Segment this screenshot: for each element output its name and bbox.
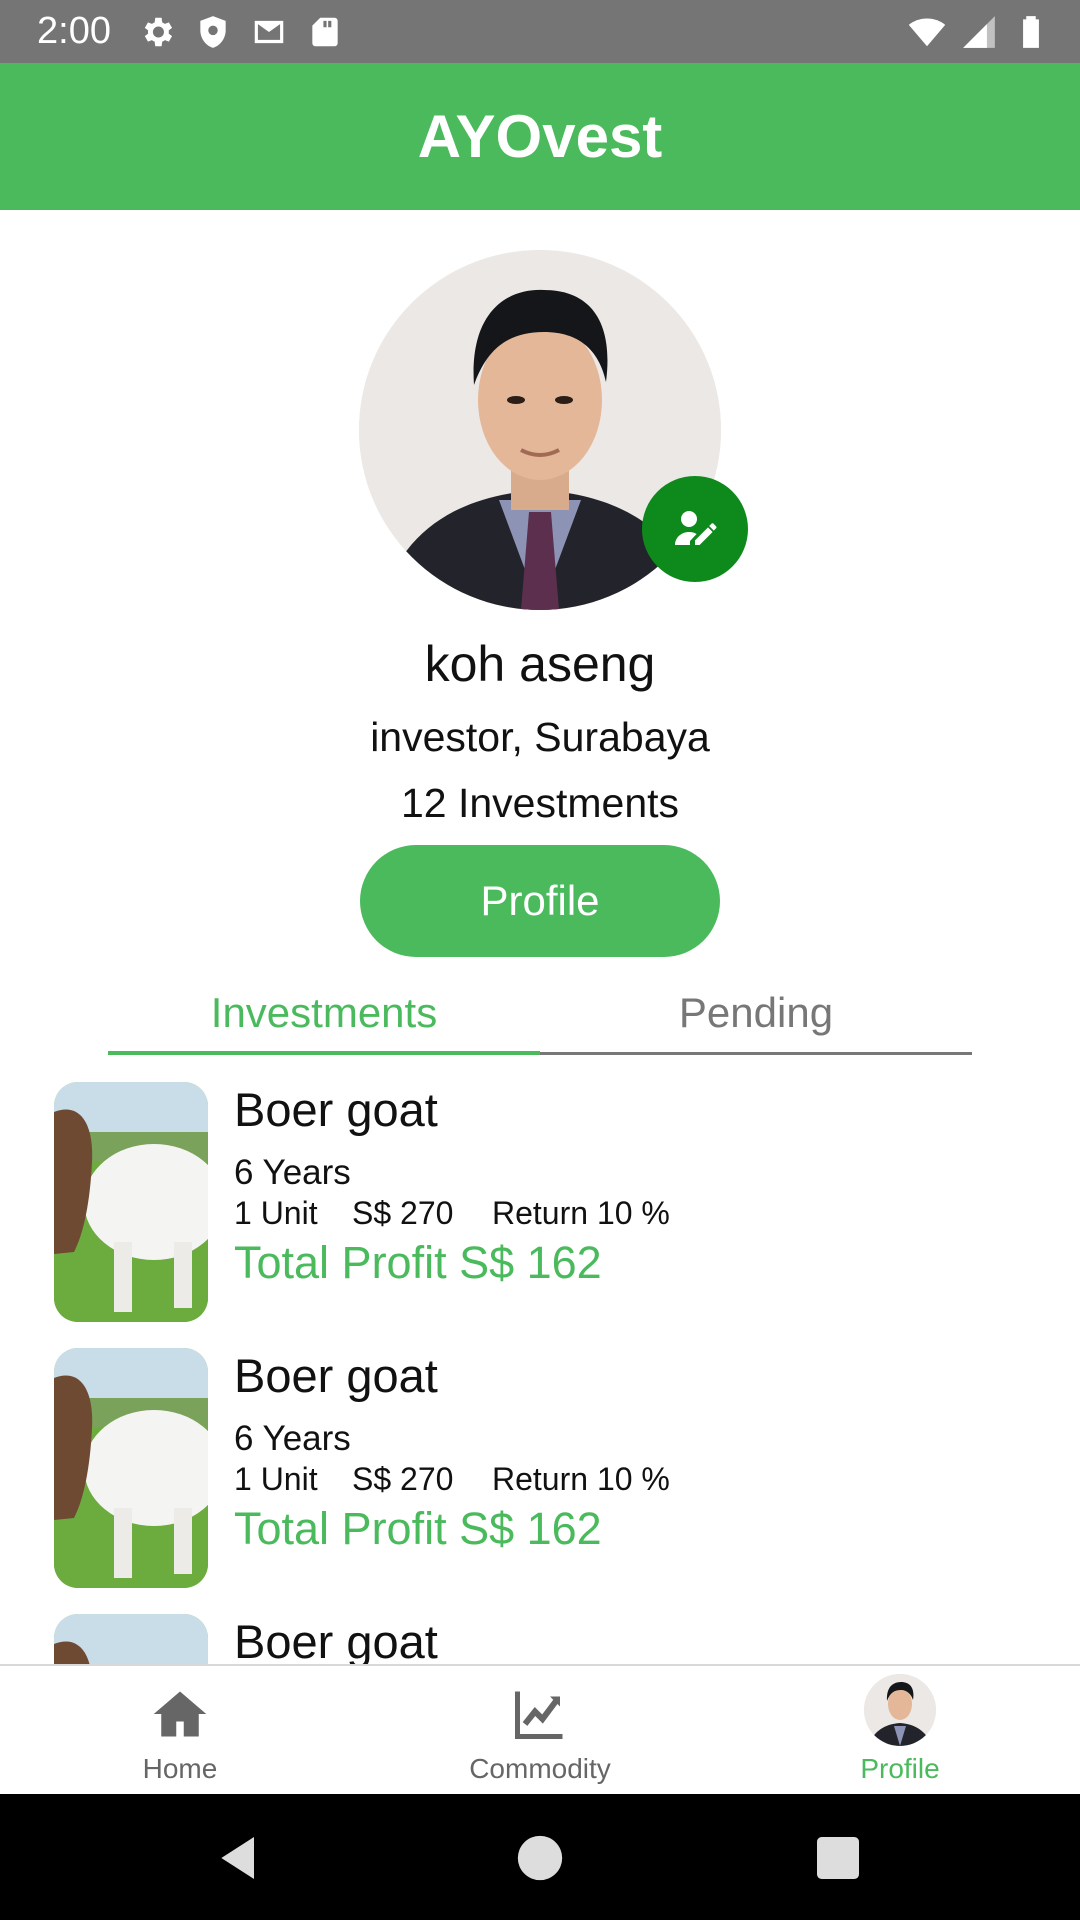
status-time: 2:00 — [37, 10, 111, 52]
shield-icon — [200, 16, 226, 48]
goat-thumbnail — [54, 1614, 208, 1664]
status-icons-left — [138, 13, 344, 51]
profile-name: koh aseng — [424, 636, 656, 692]
profile-button[interactable]: Profile — [360, 845, 720, 957]
item-price: S$ 270 — [352, 1195, 454, 1231]
nav-commodity-label: Commodity — [469, 1753, 611, 1784]
nav-profile[interactable]: Profile — [720, 1666, 1080, 1796]
item-profit: Total Profit S$ 162 — [234, 1503, 602, 1554]
status-icons-right — [908, 13, 1050, 51]
goat-thumbnail — [54, 1348, 208, 1588]
investment-list[interactable]: Boer goat 6 Years 1 Unit S$ 270 Return 1… — [0, 1070, 1080, 1664]
recents-icon[interactable] — [810, 1830, 866, 1886]
edit-profile-button[interactable] — [642, 476, 748, 582]
sd-card-icon — [312, 17, 338, 47]
list-item[interactable]: Boer goat — [0, 1602, 1080, 1664]
list-item[interactable]: Boer goat 6 Years 1 Unit S$ 270 Return 1… — [0, 1336, 1080, 1588]
nav-commodity[interactable]: Commodity — [360, 1666, 720, 1796]
tab-investments[interactable]: Investments — [108, 985, 540, 1055]
home-circle-icon[interactable] — [512, 1830, 568, 1886]
settings-icon — [144, 17, 173, 47]
bottom-navigation: Home Commodity Profile — [0, 1664, 1080, 1794]
system-navigation-bar — [0, 1794, 1080, 1920]
chart-line-icon — [515, 1691, 563, 1739]
investments-count: 12 Investments — [400, 780, 680, 826]
list-item[interactable]: Boer goat 6 Years 1 Unit S$ 270 Return 1… — [0, 1070, 1080, 1322]
nav-profile-label: Profile — [860, 1753, 940, 1784]
tab-pending[interactable]: Pending — [540, 985, 972, 1055]
item-units: 1 Unit — [234, 1195, 318, 1231]
tab-bar: Investments Pending — [108, 985, 972, 1055]
battery-icon — [1023, 16, 1039, 48]
avatar — [864, 1674, 936, 1746]
item-title: Boer goat — [234, 1083, 438, 1136]
app-bar: AYOvest — [0, 63, 1080, 210]
item-profit: Total Profit S$ 162 — [234, 1237, 602, 1288]
mail-icon — [254, 20, 284, 44]
signal-icon — [963, 16, 995, 48]
item-details: 1 Unit S$ 270 Return 10 % — [234, 1460, 670, 1498]
item-title: Boer goat — [234, 1349, 438, 1402]
home-icon — [153, 1691, 207, 1737]
nav-home[interactable]: Home — [0, 1666, 360, 1796]
profile-role: investor, Surabaya — [370, 714, 710, 760]
item-price: S$ 270 — [352, 1461, 454, 1497]
app-title: AYOvest — [417, 103, 663, 170]
wifi-icon — [908, 18, 946, 47]
back-icon[interactable] — [212, 1830, 268, 1886]
item-title: Boer goat — [234, 1615, 438, 1664]
item-duration: 6 Years — [234, 1419, 351, 1458]
edit-user-icon — [675, 511, 717, 545]
item-duration: 6 Years — [234, 1153, 351, 1192]
item-return: Return 10 % — [492, 1461, 670, 1497]
nav-home-label: Home — [142, 1753, 218, 1784]
item-return: Return 10 % — [492, 1195, 670, 1231]
status-bar: 2:00 — [0, 0, 1080, 63]
goat-thumbnail — [54, 1082, 208, 1322]
item-details: 1 Unit S$ 270 Return 10 % — [234, 1194, 670, 1232]
item-units: 1 Unit — [234, 1461, 318, 1497]
